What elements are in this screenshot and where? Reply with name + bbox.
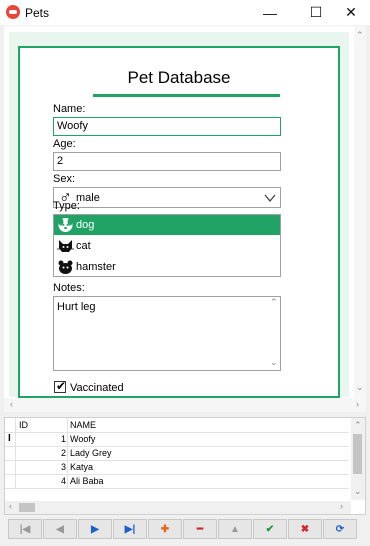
age-label: Age: — [53, 138, 76, 150]
window-title: Pets — [25, 6, 50, 20]
notes-scrollbar[interactable]: ⌃ ⌄ — [268, 297, 280, 370]
scroll-up-icon[interactable]: ⌃ — [356, 30, 364, 41]
form-panel: Pet Database Name: Woofy Age: 2 Sex: ♂ m… — [18, 46, 340, 398]
pets-grid[interactable]: ID NAME I 1 Woofy 2 Lady Grey 3 Katya 4 … — [4, 417, 366, 515]
type-item-cat[interactable]: cat — [54, 236, 280, 256]
cell-name: Woofy — [70, 434, 96, 444]
scroll-up-icon[interactable]: ⌃ — [354, 420, 362, 431]
scroll-up-icon[interactable]: ⌃ — [270, 297, 278, 308]
scroll-left-icon[interactable]: ‹ — [10, 399, 13, 409]
table-row[interactable]: 2 Lady Grey — [9, 446, 349, 460]
notes-label: Notes: — [53, 282, 85, 294]
scroll-down-icon[interactable]: ⌄ — [356, 382, 364, 393]
cell-id: 3 — [60, 462, 66, 472]
nav-last-button[interactable]: ▶| — [113, 519, 147, 539]
sex-label: Sex: — [53, 173, 76, 185]
nav-post-button[interactable]: ✔ — [253, 519, 287, 539]
name-field[interactable]: Woofy — [53, 117, 281, 136]
form-scroll-area: Pet Database Name: Woofy Age: 2 Sex: ♂ m… — [4, 26, 366, 398]
type-item-dog[interactable]: dog — [54, 215, 280, 235]
scroll-right-icon[interactable]: › — [340, 501, 343, 511]
form-horizontal-scrollbar[interactable]: ‹ › — [4, 398, 366, 412]
dog-icon — [58, 218, 73, 232]
nav-next-button[interactable]: ▶ — [78, 519, 112, 539]
table-row[interactable]: 3 Katya — [9, 460, 349, 474]
name-label: Name: — [53, 103, 86, 115]
checkmark-icon: ✔ — [56, 379, 67, 393]
nav-refresh-button[interactable]: ⟳ — [323, 519, 357, 539]
notes-textarea[interactable]: Hurt leg ⌃ ⌄ — [53, 296, 281, 371]
nav-edit-button[interactable]: ▲ — [218, 519, 252, 539]
nav-delete-button[interactable]: ━ — [183, 519, 217, 539]
scroll-right-icon[interactable]: › — [356, 399, 359, 409]
cell-name: Lady Grey — [70, 448, 112, 458]
scroll-thumb[interactable] — [19, 503, 35, 512]
form-background: Pet Database Name: Woofy Age: 2 Sex: ♂ m… — [9, 32, 349, 398]
title-underline — [93, 94, 280, 97]
nav-first-button[interactable]: |◀ — [8, 519, 42, 539]
vaccinated-label: Vaccinated — [70, 382, 124, 394]
title-bar: Pets — ☐ ✕ — [0, 0, 370, 25]
nav-prior-button[interactable]: ◀ — [43, 519, 77, 539]
grid-horizontal-scrollbar[interactable]: ‹ › — [5, 501, 351, 514]
chevron-down-icon[interactable] — [264, 192, 276, 204]
type-item-label: hamster — [76, 261, 116, 273]
cell-id: 4 — [60, 476, 66, 486]
close-button[interactable]: ✕ — [328, 0, 370, 25]
form-title: Pet Database — [127, 68, 231, 87]
scroll-left-icon[interactable]: ‹ — [9, 501, 12, 511]
sex-combobox[interactable]: ♂ male — [53, 187, 281, 208]
scroll-down-icon[interactable]: ⌄ — [270, 357, 278, 368]
type-item-label: dog — [76, 219, 95, 231]
minimize-button[interactable]: — — [247, 0, 293, 25]
nav-cancel-button[interactable]: ✖ — [288, 519, 322, 539]
type-item-label: cat — [76, 240, 91, 252]
nav-insert-button[interactable]: ✚ — [148, 519, 182, 539]
cat-icon — [57, 240, 74, 252]
vaccinated-checkbox[interactable]: ✔ — [54, 379, 67, 393]
row-divider — [5, 488, 349, 489]
scroll-down-icon[interactable]: ⌄ — [354, 486, 362, 497]
form-vertical-scrollbar[interactable]: ⌃ ⌄ — [354, 26, 366, 398]
hamster-icon — [58, 260, 73, 274]
cell-name: Ali Baba — [70, 476, 104, 486]
cell-name: Katya — [70, 462, 94, 472]
type-listbox[interactable]: dog cat hamster — [53, 214, 281, 277]
type-item-hamster[interactable]: hamster — [54, 257, 280, 277]
type-label: Type: — [53, 200, 80, 212]
scroll-thumb[interactable] — [353, 434, 362, 474]
cell-id: 2 — [60, 448, 66, 458]
table-row[interactable]: 4 Ali Baba — [9, 474, 349, 488]
table-row[interactable]: I 1 Woofy — [8, 432, 349, 446]
age-field[interactable]: 2 — [53, 152, 281, 171]
cell-id: 1 — [60, 434, 66, 444]
notes-text: Hurt leg — [57, 301, 96, 313]
grid-vertical-scrollbar[interactable]: ⌃ ⌄ — [351, 418, 365, 500]
app-icon — [6, 5, 20, 19]
db-navigator: |◀ ◀ ▶ ▶| ✚ ━ ▲ ✔ ✖ ⟳ — [4, 519, 366, 540]
